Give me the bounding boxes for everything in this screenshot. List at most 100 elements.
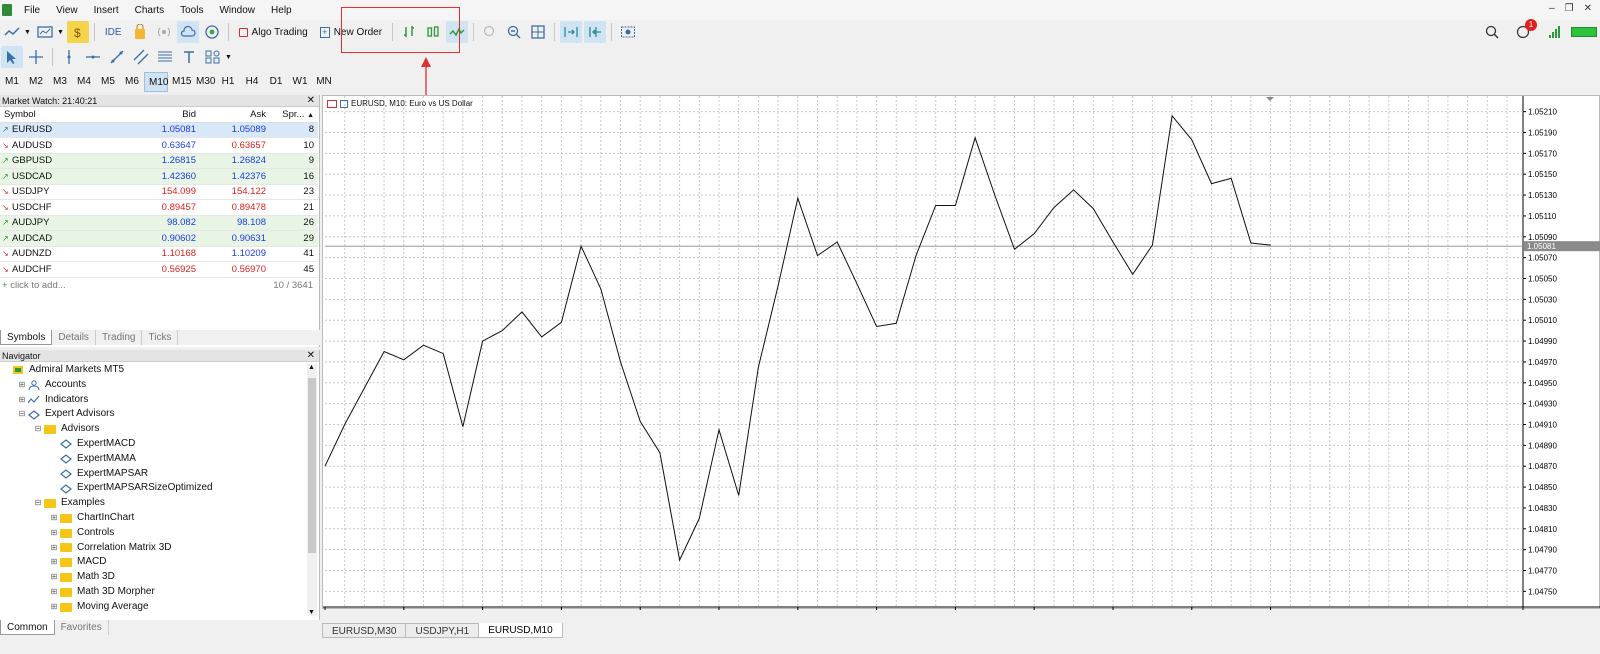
timeframe-h1[interactable]: H1 bbox=[216, 72, 240, 92]
navigator-item[interactable]: ⊞ Controls bbox=[0, 526, 319, 541]
timeframe-m15[interactable]: M15 bbox=[168, 72, 192, 92]
tab-symbols[interactable]: Symbols bbox=[0, 330, 53, 345]
algo-trading-button[interactable]: Algo Trading bbox=[233, 21, 314, 43]
trendline-icon[interactable] bbox=[106, 46, 128, 68]
col-spread[interactable]: Spr... ▲ bbox=[270, 107, 318, 123]
col-symbol[interactable]: Symbol bbox=[0, 107, 120, 123]
menu-tools[interactable]: Tools bbox=[172, 5, 211, 16]
expand-icon[interactable]: ⊞ bbox=[18, 393, 26, 408]
templates-icon[interactable] bbox=[34, 21, 56, 43]
collapse-icon[interactable]: ⊟ bbox=[18, 407, 26, 422]
tab-ticks[interactable]: Ticks bbox=[142, 330, 179, 345]
chart-tab-active[interactable]: EURUSD,M10 bbox=[478, 623, 563, 638]
chevron-down-icon[interactable]: ▼ bbox=[225, 54, 232, 61]
expand-icon[interactable]: ⊞ bbox=[50, 585, 58, 600]
expand-icon[interactable]: ⊞ bbox=[50, 555, 58, 570]
close-icon[interactable]: ✕ bbox=[307, 95, 315, 107]
one-click-trading-icon[interactable] bbox=[327, 99, 337, 108]
fibonacci-icon[interactable] bbox=[154, 46, 176, 68]
restore-icon[interactable]: ❐ bbox=[1565, 3, 1574, 14]
table-row[interactable]: ↘ AUDNZD 1.10168 1.10209 41 bbox=[0, 246, 318, 262]
navigator-item[interactable]: ⊞ Indicators bbox=[0, 393, 319, 408]
chart-tab[interactable]: USDJPY,H1 bbox=[405, 623, 480, 638]
timeframe-m3[interactable]: M3 bbox=[48, 72, 72, 92]
col-bid[interactable]: Bid bbox=[120, 107, 200, 123]
tab-trading[interactable]: Trading bbox=[96, 330, 143, 345]
timeframe-m1[interactable]: M1 bbox=[0, 72, 24, 92]
col-ask[interactable]: Ask bbox=[200, 107, 270, 123]
expand-icon[interactable]: ⊞ bbox=[50, 541, 58, 556]
close-icon[interactable]: ✕ bbox=[1584, 3, 1592, 14]
chart-shift-icon[interactable] bbox=[584, 21, 607, 43]
navigator-scrollbar[interactable]: ▲ ▼ bbox=[307, 364, 317, 616]
search-icon[interactable] bbox=[1481, 21, 1503, 43]
shapes-icon[interactable] bbox=[202, 46, 224, 68]
chart-canvas[interactable]: 1.05210 1.05190 1.05170 1.05150 1.05130 1.051… bbox=[323, 96, 1600, 619]
navigator-item[interactable]: Admiral Markets MT5 bbox=[0, 363, 319, 378]
timeframe-d1[interactable]: D1 bbox=[264, 72, 288, 92]
table-row[interactable]: ↘ USDJPY 154.099 154.122 23 bbox=[0, 184, 318, 200]
menu-insert[interactable]: Insert bbox=[86, 5, 127, 16]
scroll-up-icon[interactable]: ▲ bbox=[308, 364, 315, 371]
navigator-item[interactable]: ⊞ Accounts bbox=[0, 378, 319, 393]
table-row[interactable]: ↘ AUDUSD 0.63647 0.63657 10 bbox=[0, 137, 318, 154]
navigator-item[interactable]: ExpertMAMA bbox=[0, 452, 319, 467]
navigator-item[interactable]: ⊞ Math 3D bbox=[0, 570, 319, 585]
signal-strength-icon[interactable] bbox=[1545, 21, 1567, 43]
table-row[interactable]: ↗ EURUSD 1.05081 1.05089 8 bbox=[0, 122, 318, 138]
expand-icon[interactable]: ⊞ bbox=[50, 511, 58, 526]
zoom-in-icon[interactable] bbox=[479, 21, 501, 43]
vps-icon[interactable] bbox=[201, 21, 223, 43]
menu-help[interactable]: Help bbox=[263, 5, 300, 16]
timeframe-m4[interactable]: M4 bbox=[72, 72, 96, 92]
navigator-item[interactable]: ⊟ Expert Advisors bbox=[0, 407, 319, 422]
tab-common[interactable]: Common bbox=[0, 620, 55, 635]
navigator-item[interactable]: ⊟ Examples bbox=[0, 496, 319, 511]
table-row[interactable]: ↗ AUDJPY 98.082 98.108 26 bbox=[0, 215, 318, 231]
market-bag-icon[interactable] bbox=[129, 21, 151, 43]
chart-type-icon[interactable] bbox=[1, 21, 23, 43]
add-symbol-row[interactable]: + click to add... 10 / 3641 bbox=[0, 278, 319, 294]
scroll-thumb[interactable] bbox=[308, 378, 316, 553]
navigator-item[interactable]: ⊞ Math 3D Morpher bbox=[0, 585, 319, 600]
cursor-icon[interactable] bbox=[1, 46, 23, 68]
navigator-item[interactable]: ⊟ Advisors bbox=[0, 422, 319, 437]
navigator-item[interactable]: ⊞ Correlation Matrix 3D bbox=[0, 541, 319, 556]
timeframe-w1[interactable]: W1 bbox=[288, 72, 312, 92]
menu-window[interactable]: Window bbox=[211, 5, 263, 16]
text-icon[interactable] bbox=[178, 46, 200, 68]
cloud-icon[interactable] bbox=[176, 21, 199, 43]
collapse-icon[interactable]: ⊟ bbox=[34, 496, 42, 511]
menu-view[interactable]: View bbox=[48, 5, 86, 16]
table-row[interactable]: ↗ USDCAD 1.42360 1.42376 16 bbox=[0, 168, 318, 185]
chart-window[interactable]: 1.05210 1.05190 1.05170 1.05150 1.05130 1.051… bbox=[322, 95, 1600, 619]
expand-icon[interactable]: ⊞ bbox=[50, 526, 58, 541]
navigator-item[interactable]: ExpertMACD bbox=[0, 437, 319, 452]
navigator-item[interactable]: ⊞ ChartInChart bbox=[0, 511, 319, 526]
table-row[interactable]: ↘ AUDCHF 0.56925 0.56970 45 bbox=[0, 261, 318, 278]
navigator-item[interactable]: ExpertMAPSARSizeOptimized bbox=[0, 481, 319, 496]
zoom-out-icon[interactable] bbox=[503, 21, 525, 43]
crosshair-icon[interactable] bbox=[25, 46, 47, 68]
chart-tab[interactable]: EURUSD,M30 bbox=[322, 623, 407, 638]
grid-icon[interactable] bbox=[527, 21, 549, 43]
timeframe-mn[interactable]: MN bbox=[312, 72, 336, 92]
autoscroll-icon[interactable] bbox=[560, 21, 583, 43]
expand-icon[interactable]: ⊞ bbox=[50, 570, 58, 585]
collapse-icon[interactable]: ⊟ bbox=[34, 422, 42, 437]
navigator-item[interactable]: ExpertMAPSAR bbox=[0, 467, 319, 482]
close-icon[interactable]: ✕ bbox=[307, 350, 315, 362]
timeframe-m10[interactable]: M10 bbox=[144, 72, 168, 92]
tab-favorites[interactable]: Favorites bbox=[55, 620, 109, 635]
timeframe-h4[interactable]: H4 bbox=[240, 72, 264, 92]
expand-icon[interactable]: ⊞ bbox=[50, 600, 58, 615]
expand-icon[interactable]: ⊞ bbox=[18, 378, 26, 393]
chart-properties-icon[interactable] bbox=[340, 99, 348, 108]
ide-button[interactable]: IDE bbox=[99, 21, 128, 43]
vertical-line-icon[interactable] bbox=[58, 46, 80, 68]
navigator-item[interactable]: ⊞ Moving Average bbox=[0, 600, 319, 615]
chevron-down-icon[interactable]: ▼ bbox=[57, 29, 64, 36]
notifications-icon[interactable]: 1 bbox=[1512, 19, 1537, 43]
timeframe-m6[interactable]: M6 bbox=[120, 72, 144, 92]
scroll-down-icon[interactable]: ▼ bbox=[308, 609, 315, 616]
